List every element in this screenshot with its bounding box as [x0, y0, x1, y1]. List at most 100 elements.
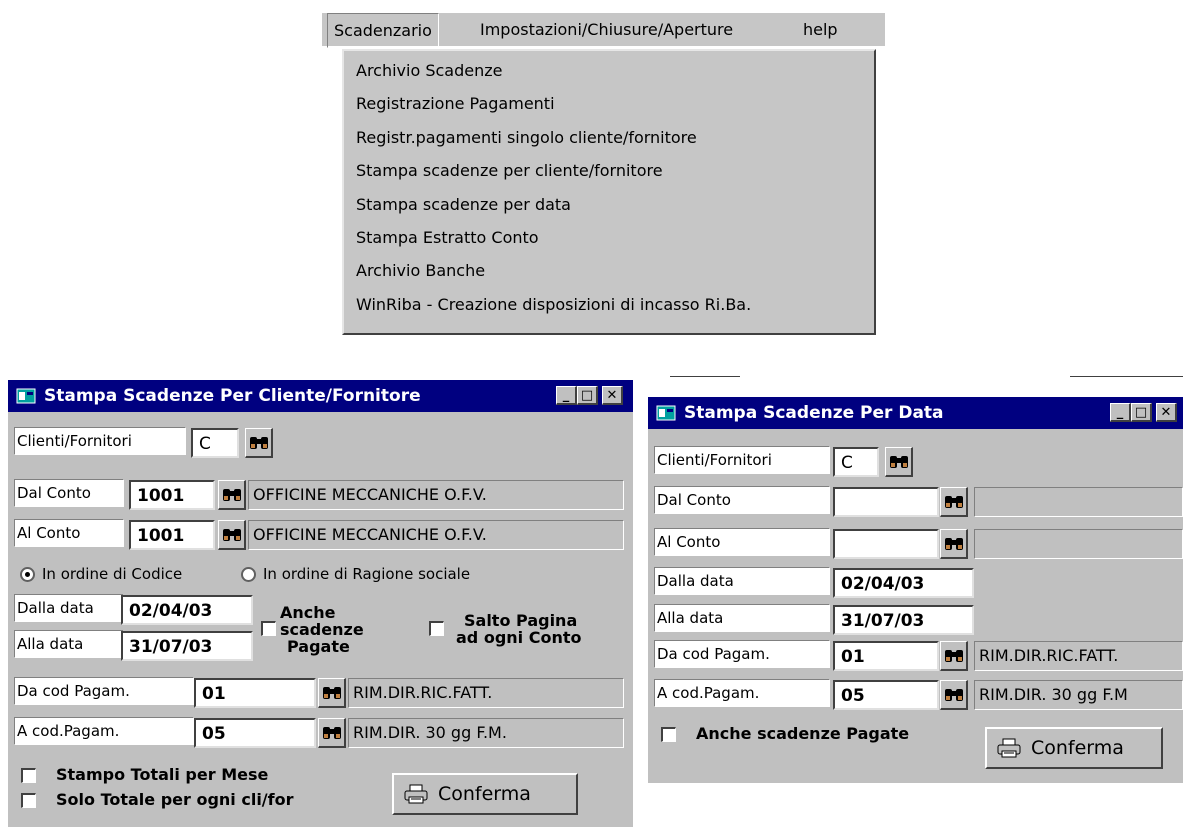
dalla-data-input[interactable]: 02/04/03: [833, 568, 974, 598]
minimize-button[interactable]: _: [556, 386, 577, 405]
window-title: Stampa Scadenze Per Cliente/Fornitore: [44, 386, 421, 406]
checkbox-solo-totale[interactable]: [21, 793, 36, 808]
a-cod-pagam-description: RIM.DIR. 30 gg F.M: [974, 680, 1183, 710]
label-clienti-fornitori: Clienti/Fornitori: [654, 446, 830, 474]
label-alla-data: Alla data: [654, 604, 830, 632]
radio-ordine-codice[interactable]: [20, 567, 35, 582]
label-da-cod-pagam: Da cod Pagam.: [654, 640, 830, 668]
label-da-cod-pagam: Da cod Pagam.: [14, 677, 194, 705]
dal-conto-input[interactable]: 1001: [129, 480, 215, 510]
menu-item-registr-pagamenti-singolo[interactable]: Registr.pagamenti singolo cliente/fornit…: [356, 122, 697, 154]
menu-impostazioni[interactable]: Impostazioni/Chiusure/Aperture: [480, 13, 733, 46]
search-da-cod-button[interactable]: [318, 678, 346, 708]
clienti-fornitori-input[interactable]: C: [833, 447, 879, 477]
label-dal-conto: Dal Conto: [14, 479, 124, 507]
menu-item-stampa-scadenze-data[interactable]: Stampa scadenze per data: [356, 189, 571, 221]
label-al-conto: Al Conto: [654, 528, 830, 556]
menu-help[interactable]: help: [803, 13, 838, 46]
minimize-button[interactable]: _: [1110, 403, 1131, 422]
da-cod-pagam-input[interactable]: 01: [194, 678, 316, 708]
conferma-button[interactable]: Conferma: [392, 773, 578, 815]
label-pagate: Pagate: [287, 637, 350, 656]
menu-item-winriba[interactable]: WinRiba - Creazione disposizioni di inca…: [356, 289, 751, 321]
label-anche: Anche: [280, 603, 336, 622]
radio-ordine-ragione[interactable]: [241, 567, 256, 582]
checkbox-salto-pagina[interactable]: [429, 621, 444, 636]
menu-scadenzario[interactable]: Scadenzario: [327, 13, 439, 48]
label-dalla-data: Dalla data: [654, 567, 830, 595]
label-stampo-totali-mese: Stampo Totali per Mese: [56, 765, 269, 784]
maximize-button[interactable]: □: [577, 386, 598, 405]
binoculars-icon: [945, 650, 963, 662]
dal-conto-description: [974, 487, 1183, 517]
label-ordine-codice: In ordine di Codice: [42, 565, 183, 583]
binoculars-icon: [890, 456, 908, 468]
alla-data-input[interactable]: 31/07/03: [121, 631, 253, 661]
clienti-fornitori-input[interactable]: C: [191, 428, 239, 458]
dal-conto-description: OFFICINE MECCANICHE O.F.V.: [248, 480, 624, 510]
search-clienti-button[interactable]: [245, 428, 273, 458]
label-a-cod-pagam: A cod.Pagam.: [14, 717, 194, 745]
close-button[interactable]: ✕: [602, 386, 623, 405]
al-conto-description: OFFICINE MECCANICHE O.F.V.: [248, 520, 624, 550]
app-icon: [656, 405, 676, 421]
search-al-conto-button[interactable]: [940, 529, 968, 559]
label-clienti-fornitori: Clienti/Fornitori: [14, 427, 186, 455]
al-conto-input[interactable]: [833, 529, 939, 559]
label-dal-conto: Dal Conto: [654, 486, 830, 514]
separator-line: [670, 376, 740, 377]
binoculars-icon: [945, 538, 963, 550]
conferma-label: Conferma: [438, 783, 531, 805]
scadenzario-dropdown: Archivio Scadenze Registrazione Pagament…: [342, 49, 876, 335]
window-title: Stampa Scadenze Per Data: [684, 403, 944, 423]
dal-conto-input[interactable]: [833, 487, 939, 517]
label-scadenze: scadenze: [280, 620, 364, 639]
label-anche-scadenze-pagate: Anche scadenze Pagate: [696, 724, 910, 743]
title-bar: Stampa Scadenze Per Cliente/Fornitore _ …: [8, 380, 633, 412]
binoculars-icon: [945, 689, 963, 701]
label-solo-totale: Solo Totale per ogni cli/for: [56, 790, 294, 809]
dalla-data-input[interactable]: 02/04/03: [121, 595, 253, 625]
close-button[interactable]: ✕: [1156, 403, 1177, 422]
conferma-label: Conferma: [1031, 737, 1124, 759]
menu-item-registrazione-pagamenti[interactable]: Registrazione Pagamenti: [356, 88, 555, 120]
conferma-button[interactable]: Conferma: [985, 727, 1163, 769]
al-conto-input[interactable]: 1001: [129, 520, 215, 550]
binoculars-icon: [323, 687, 341, 699]
label-ordine-ragione: In ordine di Ragione sociale: [263, 565, 471, 583]
a-cod-pagam-input[interactable]: 05: [194, 718, 316, 748]
checkbox-anche-scadenze-pagate[interactable]: [661, 727, 676, 742]
binoculars-icon: [945, 496, 963, 508]
search-clienti-button[interactable]: [885, 447, 913, 477]
search-al-conto-button[interactable]: [218, 520, 246, 550]
alla-data-input[interactable]: 31/07/03: [833, 605, 974, 635]
label-al-conto: Al Conto: [14, 519, 124, 547]
a-cod-pagam-input[interactable]: 05: [833, 680, 939, 710]
label-a-cod-pagam: A cod.Pagam.: [654, 679, 830, 707]
label-dalla-data: Dalla data: [14, 594, 124, 622]
da-cod-pagam-input[interactable]: 01: [833, 641, 939, 671]
printer-icon: [404, 784, 428, 804]
menu-item-stampa-estratto-conto[interactable]: Stampa Estratto Conto: [356, 222, 539, 254]
printer-icon: [997, 738, 1021, 758]
checkbox-stampo-totali-mese[interactable]: [21, 768, 36, 783]
label-alla-data: Alla data: [14, 630, 124, 658]
menu-bar: Scadenzario Impostazioni/Chiusure/Apertu…: [322, 13, 885, 48]
binoculars-icon: [323, 727, 341, 739]
search-da-cod-button[interactable]: [940, 641, 968, 671]
da-cod-pagam-description: RIM.DIR.RIC.FATT.: [974, 641, 1183, 671]
maximize-button[interactable]: □: [1131, 403, 1152, 422]
search-a-cod-button[interactable]: [940, 680, 968, 710]
checkbox-anche-scadenze-pagate[interactable]: [261, 621, 276, 636]
search-dal-conto-button[interactable]: [940, 487, 968, 517]
menu-item-archivio-banche[interactable]: Archivio Banche: [356, 255, 485, 287]
search-dal-conto-button[interactable]: [218, 480, 246, 510]
binoculars-icon: [223, 529, 241, 541]
menu-item-archivio-scadenze[interactable]: Archivio Scadenze: [356, 55, 502, 87]
window-stampa-scadenze-cliente: Stampa Scadenze Per Cliente/Fornitore _ …: [8, 380, 633, 827]
title-bar: Stampa Scadenze Per Data _ □ ✕: [648, 397, 1183, 429]
search-a-cod-button[interactable]: [318, 718, 346, 748]
separator-line: [1070, 376, 1183, 377]
menu-item-stampa-scadenze-cliente[interactable]: Stampa scadenze per cliente/fornitore: [356, 155, 663, 187]
al-conto-description: [974, 529, 1183, 559]
